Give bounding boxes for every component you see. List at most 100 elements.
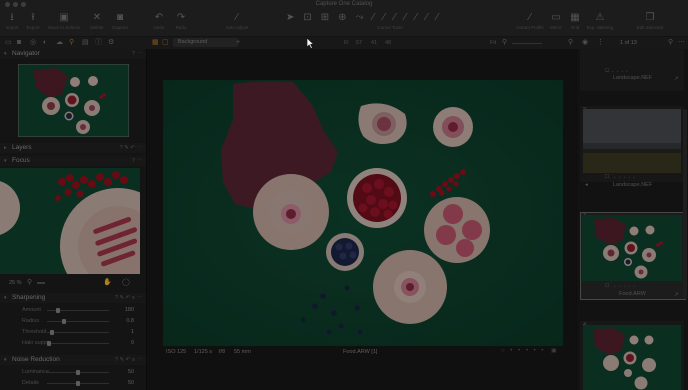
focus-hand-icon[interactable]: ✋ xyxy=(103,278,112,287)
exposure-tab-icon[interactable]: ☁ xyxy=(56,38,63,48)
pan-tool-icon[interactable]: ➤ xyxy=(286,12,303,23)
zoom-icon[interactable]: ⚲ xyxy=(502,38,507,48)
focus-header[interactable]: ▾ Focus ? ⋯ xyxy=(0,156,146,166)
capture-tab-icon[interactable]: ◙ xyxy=(17,38,21,48)
expand-arrow-icon[interactable]: ▸ xyxy=(4,143,7,153)
eye-icon[interactable]: ◉ xyxy=(582,38,588,48)
slider-value[interactable]: 180 xyxy=(125,305,134,316)
slider-track[interactable] xyxy=(47,370,109,375)
checkbox-icon[interactable]: ☐ xyxy=(605,174,609,180)
slider-value[interactable]: 0 xyxy=(131,338,134,349)
layers-options[interactable]: ? ✎ ↶ ⋯ xyxy=(120,143,142,153)
output-tab-icon[interactable]: ⚙ xyxy=(108,38,114,48)
add-layer-icon[interactable]: + xyxy=(236,38,240,48)
browser-item[interactable] xyxy=(580,49,684,91)
noise-reduction-header[interactable]: ▾ Noise Reduction ? ✎ ↶ ≡ ⋯ xyxy=(0,355,146,365)
browser-options-icon[interactable]: ⋯ xyxy=(678,38,685,48)
slider-row: Threshold 1 xyxy=(0,327,146,338)
zoom-icon[interactable]: ⚲ xyxy=(27,278,32,287)
slider-value[interactable]: 0.8 xyxy=(126,316,134,327)
slider-value[interactable]: 1 xyxy=(131,327,134,338)
adjustments-tab-icon[interactable]: ▤ xyxy=(82,38,89,48)
image-viewer[interactable]: ISO 125 1/125 s f/8 55 mm Food.ARW [1] ○… xyxy=(147,49,576,390)
focus-options[interactable]: ? ⋯ xyxy=(132,156,142,166)
main-image[interactable] xyxy=(163,80,563,346)
slider-knob[interactable] xyxy=(76,381,80,386)
window-title: Capture One Catalog xyxy=(315,1,373,7)
rating-stars[interactable]: ○ • • • • • xyxy=(501,347,545,356)
slider-value[interactable]: 50 xyxy=(128,367,134,378)
layer-mask-icon[interactable]: ▢ xyxy=(162,38,169,48)
undo-button[interactable]: ↶ Undo xyxy=(150,12,168,31)
import-button[interactable]: ⭳ Import xyxy=(3,12,21,31)
zoom-fit-label[interactable]: Fit xyxy=(490,38,496,48)
grid-button[interactable]: ▦ Grid xyxy=(568,12,582,31)
slider-track[interactable] xyxy=(47,330,109,335)
sharpening-header[interactable]: ▾ Sharpening ? ✎ ↶ ≡ ⋯ xyxy=(0,293,146,303)
color-tag-icon[interactable]: ▣ xyxy=(551,347,557,356)
checkbox-icon[interactable]: ☐ xyxy=(605,283,609,289)
slider-knob[interactable] xyxy=(61,319,66,324)
slider-knob[interactable] xyxy=(55,308,60,313)
noise-options[interactable]: ? ✎ ↶ ≡ ⋯ xyxy=(115,355,142,365)
grid-layers-icon[interactable]: ▦ xyxy=(152,38,159,48)
slider-track[interactable] xyxy=(47,341,109,346)
left-tool-panel: ▾ Navigator ? ⋯ ▸ Layers ? ✎ ↶ ⋯ ▾ Focus… xyxy=(0,49,147,390)
slider-knob[interactable] xyxy=(49,330,54,335)
mouse-cursor-icon xyxy=(306,37,314,49)
collapse-arrow-icon[interactable]: ▾ xyxy=(4,156,7,166)
instant-profile-button[interactable]: ⁄ Instant Profile xyxy=(516,12,544,31)
browser-search-icon[interactable]: ⚲ xyxy=(668,38,673,48)
slider-track[interactable] xyxy=(47,381,109,386)
tool-tabs-bar: ▭ ◙ ◎ ◐ ☁ ⚲ ▤ ⓘ ⚙ ▦ ▢ Background + R: 57… xyxy=(0,37,688,49)
tag-icon[interactable]: ↗ xyxy=(674,292,679,298)
zoom-slider[interactable] xyxy=(512,43,542,44)
details-tab-icon[interactable]: ⚲ xyxy=(69,38,74,48)
color-tab-icon[interactable]: ◐ xyxy=(43,38,47,48)
focus-zoom-value: 25 % xyxy=(9,280,22,286)
filter-icon[interactable]: ⋮ xyxy=(597,38,604,48)
layer-select[interactable]: Background xyxy=(173,38,238,47)
navigator-thumbnail[interactable] xyxy=(18,64,129,137)
tag-icon[interactable]: ↗ xyxy=(674,76,679,82)
navigator-header[interactable]: ▾ Navigator ? ⋯ xyxy=(0,49,146,59)
search-icon[interactable]: ⚲ xyxy=(568,38,573,48)
slider-knob[interactable] xyxy=(47,341,51,346)
slider-track[interactable] xyxy=(47,308,109,313)
slider-knob[interactable] xyxy=(76,370,80,375)
eyedropper-icon: ⁄ xyxy=(529,12,531,23)
mirror-button[interactable]: ▭ Mirror xyxy=(548,12,564,31)
collapse-arrow-icon[interactable]: ▾ xyxy=(4,293,7,303)
edit-selected-button[interactable]: ❐ Edit Selected xyxy=(632,12,668,31)
focus-zoom-slider[interactable] xyxy=(37,282,45,284)
slider-track[interactable] xyxy=(47,319,109,324)
collapse-arrow-icon[interactable]: ▾ xyxy=(4,355,7,365)
redo-button[interactable]: ↷ Redo xyxy=(172,12,190,31)
export-button[interactable]: ⭱ Export xyxy=(24,12,42,31)
slider-value[interactable]: 50 xyxy=(128,378,134,389)
browser-item-rating[interactable]: • • • • • xyxy=(614,175,636,180)
layers-header[interactable]: ▸ Layers ? ✎ ↶ ⋯ xyxy=(0,143,146,153)
capture-button[interactable]: ◙ Capture xyxy=(109,12,131,31)
library-tab-icon[interactable]: ▭ xyxy=(5,38,12,48)
browser-item-rating[interactable]: • • • • • xyxy=(607,69,629,74)
navigator-options[interactable]: ? ⋯ xyxy=(132,49,142,59)
browser-scrollbar[interactable] xyxy=(683,109,687,299)
metadata-tab-icon[interactable]: ⓘ xyxy=(95,38,102,48)
browser-thumbnail xyxy=(583,325,681,390)
aperture-value: f/8 xyxy=(219,349,226,355)
variant-icon[interactable]: ◂ xyxy=(585,182,588,188)
sharpening-options[interactable]: ? ✎ ↶ ≡ ⋯ xyxy=(115,293,142,303)
slider-label: Luminance xyxy=(22,369,49,375)
collapse-arrow-icon[interactable]: ▾ xyxy=(4,49,7,59)
focus-mask-icon[interactable]: ◯ xyxy=(122,278,130,287)
move-to-selects-button[interactable]: ▣ Move to Selects xyxy=(45,12,83,31)
checkbox-icon[interactable]: ☐ xyxy=(605,68,609,74)
auto-adjust-button[interactable]: ⁄ Auto Adjust xyxy=(222,12,252,31)
lens-tab-icon[interactable]: ◎ xyxy=(30,38,36,48)
exposure-warning-button[interactable]: ⚠ Exp. Warning xyxy=(586,12,614,31)
window-titlebar: Capture One Catalog xyxy=(0,0,688,9)
cursor-tools-icons[interactable]: ➤⊡⊞⊕⤳⁄⁄⁄⁄⁄⁄⁄ xyxy=(282,12,498,24)
browser-item-rating[interactable]: • • • • • xyxy=(614,284,636,289)
delete-button[interactable]: ✕ Delete xyxy=(86,12,108,31)
